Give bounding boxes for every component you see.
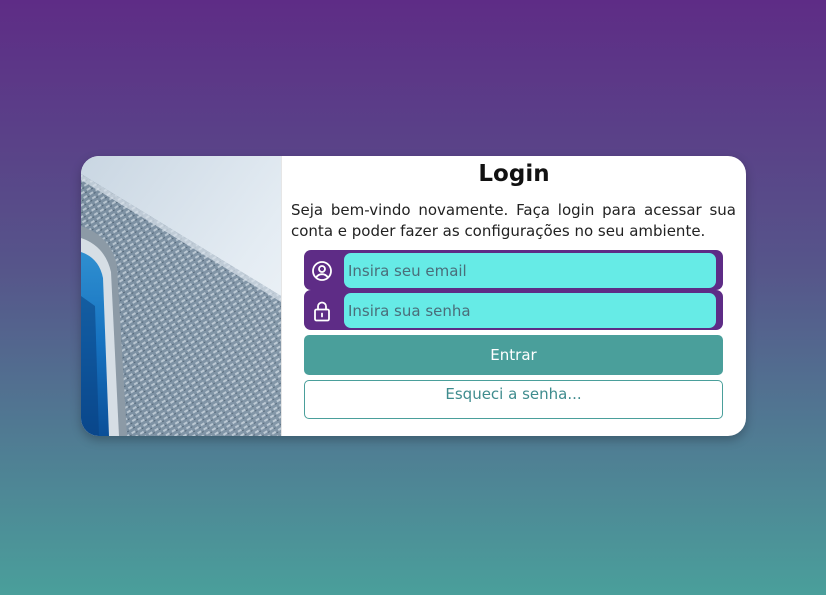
email-field-group xyxy=(304,250,723,290)
welcome-text: Seja bem-vindo novamente. Faça login par… xyxy=(291,201,736,240)
user-circle-icon xyxy=(310,259,334,283)
login-button[interactable]: Entrar xyxy=(304,335,723,375)
forgot-password-button[interactable]: Esqueci a senha... xyxy=(304,380,723,419)
password-input[interactable] xyxy=(344,293,716,328)
email-input[interactable] xyxy=(344,253,716,288)
login-card: Login Seja bem-vindo novamente. Faça log… xyxy=(81,156,746,436)
building-photo xyxy=(81,156,282,436)
password-field-group xyxy=(304,290,723,330)
lock-icon xyxy=(310,299,334,323)
page-title: Login xyxy=(478,161,550,187)
login-panel: Login Seja bem-vindo novamente. Faça log… xyxy=(282,156,746,436)
